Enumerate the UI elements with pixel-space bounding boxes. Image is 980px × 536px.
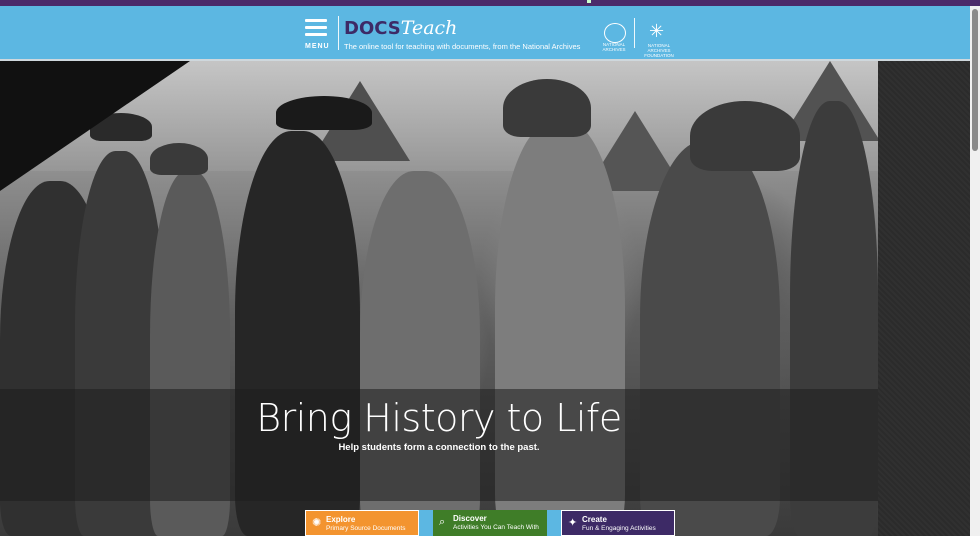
header-divider <box>338 16 339 50</box>
na-foundation-logo[interactable]: ✳ NATIONAL ARCHIVES FOUNDATION <box>641 21 677 58</box>
discover-button[interactable]: ⌕ Discover Activities You Can Teach With <box>433 510 547 536</box>
explore-subtitle: Primary Source Documents <box>326 525 406 532</box>
explore-button[interactable]: ✺ Explore Primary Source Documents <box>305 510 419 536</box>
create-title: Create <box>582 515 607 524</box>
eagle-seal-icon <box>604 23 626 43</box>
menu-label: MENU <box>305 43 330 50</box>
hero-subtitle: Help students form a connection to the p… <box>338 442 540 453</box>
na-foundation-label: NATIONAL ARCHIVES FOUNDATION <box>644 43 674 58</box>
docsteach-logo[interactable]: DOCSTeach <box>344 17 457 39</box>
hamburger-icon-bar <box>305 33 327 36</box>
logo-divider <box>634 18 635 48</box>
site-header: MENU DOCSTeach The online tool for teach… <box>0 6 980 61</box>
hamburger-icon <box>305 19 327 22</box>
hero-banner: Bring History to Life Help students form… <box>0 61 878 536</box>
top-strip-marker <box>587 0 591 3</box>
right-side-panel <box>878 61 970 536</box>
page-scrollbar[interactable] <box>970 6 980 536</box>
magic-wand-icon: ✦ <box>568 517 578 529</box>
hero-cap <box>276 96 372 130</box>
cta-spacer <box>547 510 561 536</box>
search-icon: ⌕ <box>439 516 446 528</box>
create-subtitle: Fun & Engaging Activities <box>582 525 656 532</box>
hero-helmet <box>503 79 591 137</box>
menu-button[interactable]: MENU <box>305 19 329 51</box>
star-icon: ✳ <box>649 21 665 41</box>
cta-spacer <box>419 510 433 536</box>
site-tagline: The online tool for teaching with docume… <box>344 42 581 51</box>
create-button[interactable]: ✦ Create Fun & Engaging Activities <box>561 510 675 536</box>
discover-title: Discover <box>453 514 487 523</box>
hamburger-icon-bar <box>305 26 327 29</box>
national-archives-logo[interactable]: NATIONAL ARCHIVES <box>600 23 628 55</box>
scrollbar-thumb[interactable] <box>972 9 978 151</box>
explore-title: Explore <box>326 515 356 524</box>
compass-icon: ✺ <box>312 517 322 529</box>
hero-helmet <box>690 101 800 171</box>
national-archives-label: NATIONAL ARCHIVES <box>602 42 626 52</box>
hero-title: Bring History to Life <box>256 396 622 440</box>
logo-docs: DOCS <box>344 18 401 39</box>
discover-subtitle: Activities You Can Teach With <box>453 524 539 531</box>
burned-corner <box>0 61 190 191</box>
logo-teach: Teach <box>400 17 458 39</box>
